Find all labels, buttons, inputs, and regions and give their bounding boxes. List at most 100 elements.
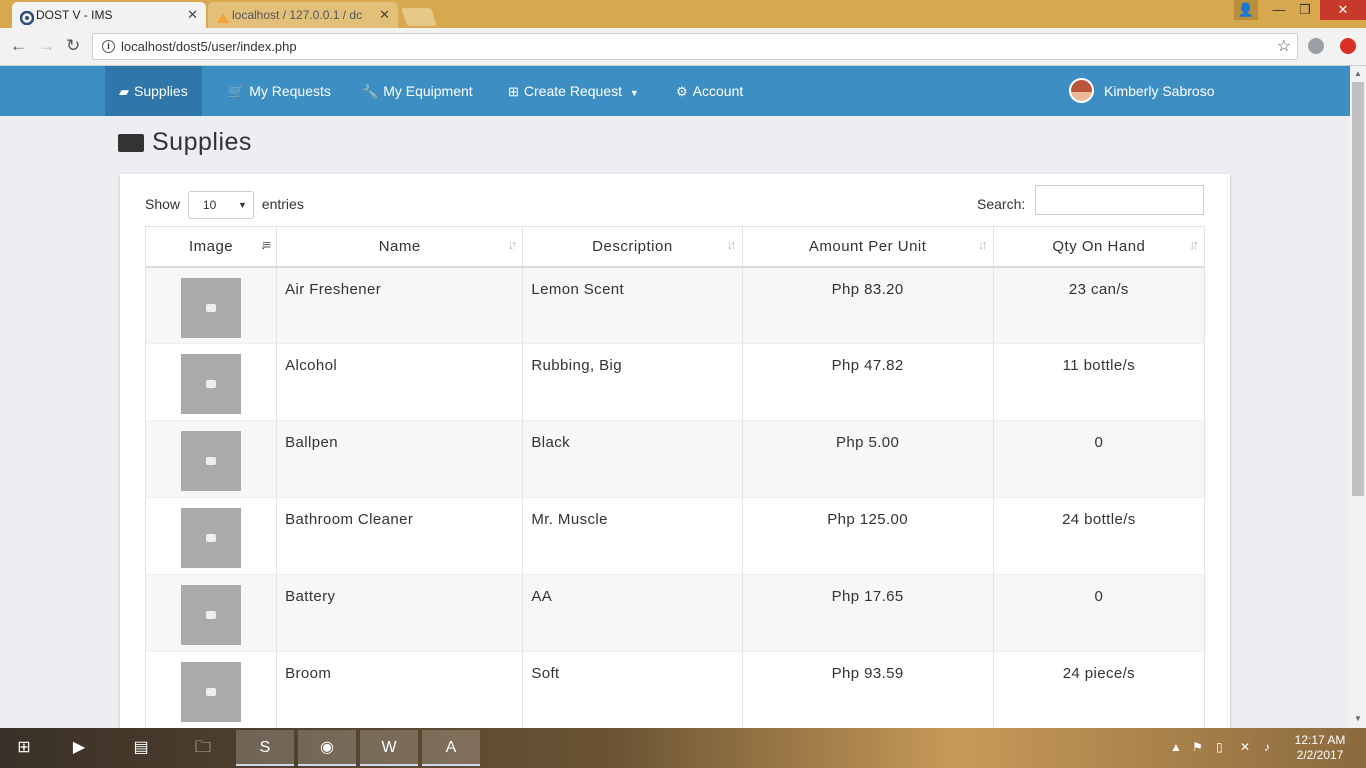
user-name[interactable]: Kimberly Sabroso: [1104, 66, 1215, 116]
dost-logo-icon: [19, 8, 35, 26]
scroll-down-icon[interactable]: ▼: [1354, 714, 1362, 723]
col-label: Amount Per Unit: [808, 237, 927, 255]
table-row[interactable]: Broom Soft Php 93.59 24 piece/s: [144, 651, 1206, 729]
qty-cell: 23 can/s: [992, 266, 1206, 344]
phpmyadmin-icon: [216, 8, 230, 23]
back-icon[interactable]: ←: [10, 36, 27, 56]
table-row[interactable]: Ballpen Black Php 5.00 0: [144, 420, 1206, 498]
name-cell: Air Freshener: [276, 266, 524, 344]
image-cell: [144, 497, 278, 575]
restore-icon[interactable]: ❐: [1292, 0, 1318, 20]
nav-account[interactable]: ⚙ Account: [662, 66, 757, 116]
star-icon[interactable]: ☆: [1277, 34, 1291, 59]
amount-cell: Php 5.00: [741, 420, 994, 498]
address-bar[interactable]: i localhost/dost5/user/index.php ☆: [92, 33, 1298, 60]
entries-select[interactable]: 10 ▼: [187, 191, 254, 220]
scrollbar-thumb[interactable]: [1352, 82, 1364, 496]
col-label: Qty On Hand: [1052, 237, 1146, 255]
entries-length-control: Show 10 ▼ entries: [145, 190, 304, 220]
name-cell: Alcohol: [276, 343, 524, 421]
nav-supplies[interactable]: ▰ Supplies: [105, 66, 202, 116]
folder-open-icon: [118, 134, 144, 152]
qty-cell: 24 bottle/s: [992, 497, 1206, 575]
word-icon[interactable]: W: [360, 730, 418, 766]
scroll-up-icon[interactable]: ▲: [1354, 69, 1362, 78]
sublime-text-icon[interactable]: S: [236, 730, 294, 766]
col-header-description[interactable]: Description ↓↑: [522, 226, 743, 268]
col-label: Description: [592, 237, 673, 255]
windows-taskbar: ⊞ ▶ ▤ 🗀 S ◉ W A ▲ ⚑ ▯ ✕ ♪ 12:17 AM 2/2/2…: [0, 728, 1366, 768]
description-cell: Lemon Scent: [522, 266, 743, 344]
close-tab-icon[interactable]: ✕: [187, 2, 198, 28]
flag-icon[interactable]: ⚑: [1192, 740, 1203, 754]
supplies-table: Image ↓≡ Name ↓↑ Description ↓↑ Amount Per …: [144, 226, 1206, 729]
reload-icon[interactable]: ↻: [66, 36, 80, 56]
nav-label: Create Request: [523, 83, 622, 99]
col-header-image[interactable]: Image ↓≡: [144, 226, 278, 268]
tab-dost-ims[interactable]: DOST V - IMS ✕: [12, 2, 206, 28]
tab-phpmyadmin[interactable]: localhost / 127.0.0.1 / dc ✕: [208, 2, 398, 28]
minimize-icon[interactable]: —: [1266, 0, 1292, 20]
table-header-row: Image ↓≡ Name ↓↑ Description ↓↑ Amount Per …: [144, 226, 1206, 268]
sort-icon: ↓↑: [1189, 237, 1199, 252]
opera-icon[interactable]: [1340, 38, 1356, 54]
media-player-icon[interactable]: ▶: [50, 730, 108, 766]
wrench-icon: 🔧: [362, 84, 379, 99]
amount-cell: Php 93.59: [741, 651, 994, 729]
table-row[interactable]: Alcohol Rubbing, Big Php 47.82 11 bottle…: [144, 343, 1206, 421]
nav-my-equipment[interactable]: 🔧 My Equipment: [348, 66, 487, 116]
col-header-amount[interactable]: Amount Per Unit ↓↑: [741, 226, 994, 268]
amount-cell: Php 83.20: [741, 266, 994, 344]
nav-create-request[interactable]: ⊞ Create Request ▼: [494, 66, 653, 116]
table-row[interactable]: Bathroom Cleaner Mr. Muscle Php 125.00 2…: [144, 497, 1206, 575]
entries-value: 10: [202, 198, 217, 213]
battery-icon[interactable]: ▯: [1216, 740, 1223, 754]
browser-toolbar: ← → ↻ i localhost/dost5/user/index.php ☆: [0, 28, 1366, 66]
amount-cell: Php 47.82: [741, 343, 994, 421]
forward-icon[interactable]: →: [38, 36, 55, 56]
extension-icon[interactable]: [1308, 38, 1324, 54]
chrome-icon[interactable]: ◉: [298, 730, 356, 766]
close-window-icon[interactable]: ✕: [1320, 0, 1366, 20]
avatar[interactable]: [1069, 78, 1094, 103]
file-explorer-icon[interactable]: 🗀: [174, 730, 232, 766]
new-tab-button[interactable]: [401, 8, 437, 26]
tab-title: DOST V - IMS: [36, 8, 113, 22]
acrobat-icon[interactable]: A: [422, 730, 480, 766]
search-input[interactable]: [1035, 185, 1204, 215]
camera-icon: [206, 457, 217, 465]
vertical-scrollbar[interactable]: ▲ ▼: [1350, 66, 1366, 728]
image-placeholder: [181, 277, 242, 338]
sticky-notes-icon[interactable]: ▤: [112, 730, 170, 766]
sort-icon: ↓↑: [507, 237, 517, 252]
nav-my-requests[interactable]: 🛒 My Requests: [214, 66, 345, 116]
qty-cell: 0: [992, 574, 1206, 652]
browser-tab-strip: DOST V - IMS ✕ localhost / 127.0.0.1 / d…: [0, 0, 1366, 28]
table-row[interactable]: Battery AA Php 17.65 0: [144, 574, 1206, 652]
search-label: Search:: [977, 196, 1026, 212]
show-hidden-icons-icon[interactable]: ▲: [1170, 740, 1182, 754]
name-cell: Battery: [276, 574, 524, 652]
volume-icon[interactable]: ♪: [1264, 740, 1270, 754]
image-placeholder: [181, 508, 242, 568]
col-header-qty[interactable]: Qty On Hand ↓↑: [992, 226, 1206, 268]
system-clock[interactable]: 12:17 AM 2/2/2017: [1290, 733, 1350, 763]
qty-cell: 0: [992, 420, 1206, 498]
table-row[interactable]: Air Freshener Lemon Scent Php 83.20 23 c…: [144, 266, 1206, 344]
profile-icon[interactable]: 👤: [1234, 0, 1258, 20]
col-header-name[interactable]: Name ↓↑: [276, 226, 524, 268]
plus-square-icon: ⊞: [508, 84, 519, 99]
camera-icon: [206, 303, 217, 312]
info-icon[interactable]: i: [102, 40, 115, 53]
image-cell: [144, 651, 278, 729]
image-placeholder: [181, 431, 242, 491]
tab-title: localhost / 127.0.0.1 / dc: [232, 8, 363, 22]
close-tab-icon[interactable]: ✕: [379, 2, 390, 28]
folder-open-icon: ▰: [119, 84, 129, 99]
image-placeholder: [181, 585, 242, 645]
camera-icon: [206, 380, 217, 388]
supplies-panel: Show 10 ▼ entries Search: Image ↓≡ Name ↓↑ …: [120, 174, 1230, 734]
windows-start-icon[interactable]: ⊞: [0, 730, 48, 766]
col-label: Name: [378, 237, 421, 255]
network-icon[interactable]: ✕: [1240, 740, 1250, 754]
